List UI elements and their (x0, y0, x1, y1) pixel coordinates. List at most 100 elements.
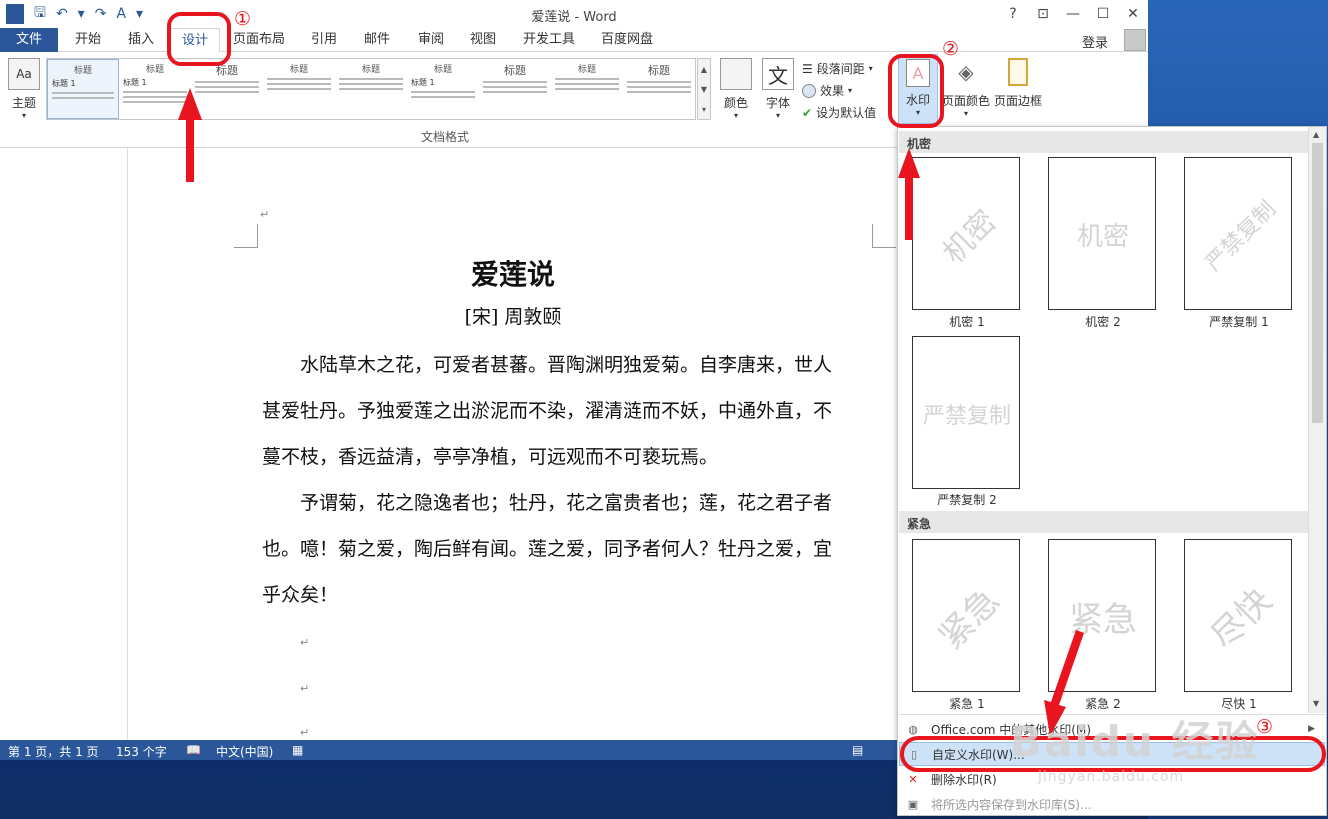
paragraph-spacing-icon: ☰ (802, 61, 813, 76)
body-line: 也。噫！菊之爱，陶后鲜有闻。莲之爱，同予者何人？牡丹之爱，宜 (262, 538, 833, 560)
paragraph-mark: ↵ (260, 208, 270, 221)
tab-review[interactable]: 审阅 (406, 28, 456, 52)
window-controls: ? ⊡ — ☐ ✕ (998, 0, 1148, 28)
scroll-down-icon[interactable]: ▼ (1313, 699, 1319, 708)
effects-button[interactable]: 效果 ▾ (802, 82, 852, 99)
maximize-button[interactable]: ☐ (1088, 0, 1118, 28)
style-set-item[interactable]: 标题 标题 1 (119, 59, 191, 119)
chevron-down-icon: ▾ (964, 109, 969, 118)
watermark-label: 严禁复制 2 (937, 493, 997, 507)
watermark-no-copy-2[interactable]: 严禁复制 (912, 336, 1020, 489)
baidu-jingyan-watermark: Baidu 经验 jingyan.baidu.com (1010, 717, 1260, 785)
word-count[interactable]: 153 个字 (116, 743, 167, 760)
save-to-gallery-icon: ▣ (907, 797, 919, 811)
paint-bucket-icon: ◈ (958, 60, 974, 84)
tab-file[interactable]: 文件 (0, 28, 58, 52)
themes-button[interactable]: Aa 主题 ▾ (8, 58, 40, 120)
annotation-number: ② (942, 38, 960, 60)
tab-layout[interactable]: 页面布局 (226, 28, 292, 52)
watermark-button[interactable]: A 水印 ▾ (898, 54, 938, 124)
document-author: [宋] 周敦颐 (464, 306, 562, 328)
body-line: 蔓不枝，香远益清，亭亭净植，可远观而不可亵玩焉。 (262, 446, 719, 468)
remove-icon: ✕ (908, 772, 918, 786)
body-line: 予谓菊，花之隐逸者也；牡丹，花之富贵者也；莲，花之君子者 (262, 492, 833, 514)
page-borders-label: 页面边框 (994, 94, 1043, 108)
tab-references[interactable]: 引用 (298, 28, 350, 52)
chevron-down-icon: ▾ (775, 111, 780, 120)
gallery-scroll[interactable]: ▲ ▼ ▾ (697, 58, 711, 120)
close-button[interactable]: ✕ (1118, 0, 1148, 28)
themes-label: 主题 (11, 96, 36, 110)
tab-developer[interactable]: 开发工具 (512, 28, 586, 52)
document-icon: ▯ (910, 747, 918, 761)
style-set-item[interactable]: 标题 (551, 59, 623, 119)
ribbon-display-button[interactable]: ⊡ (1028, 0, 1058, 28)
body-line: 甚爱牡丹。予独爱莲之出淤泥而不染，濯清涟而不妖，中通外直，不 (262, 400, 833, 422)
paragraph-mark: ↵ (300, 726, 310, 739)
tab-mailings[interactable]: 邮件 (352, 28, 402, 52)
page-color-button[interactable]: ◈ 页面颜色 ▾ (942, 58, 990, 118)
watermark-asap-1[interactable]: 尽快 (1184, 539, 1292, 692)
chevron-down-icon: ▾ (915, 108, 920, 117)
save-selection-to-gallery-item: ▣ 将所选内容保存到水印库(S)... (899, 792, 1325, 816)
fonts-label: 字体 (765, 96, 790, 110)
watermark-label: 严禁复制 1 (1209, 315, 1269, 329)
tab-home[interactable]: 开始 (60, 28, 116, 52)
crop-mark (234, 224, 258, 248)
scroll-up-icon[interactable]: ▲ (1313, 130, 1319, 139)
ribbon-tabs: 文件 开始 插入 设计 页面布局 引用 邮件 审阅 视图 开发工具 百度网盘 登… (0, 28, 1148, 53)
tab-insert[interactable]: 插入 (116, 28, 166, 52)
style-set-item[interactable]: 标题 (335, 59, 407, 119)
proofing-icon[interactable]: 📖 (186, 743, 201, 757)
watermark-label: 机密 2 (1085, 315, 1121, 329)
tab-design[interactable]: 设计 (170, 28, 220, 53)
fonts-icon: 文 (762, 58, 794, 90)
chevron-right-icon: ▶ (1308, 724, 1315, 734)
help-button[interactable]: ? (998, 0, 1028, 28)
tab-view[interactable]: 视图 (458, 28, 508, 52)
watermark-urgent-2[interactable]: 紧急 (1048, 539, 1156, 692)
fonts-button[interactable]: 文 字体 ▾ (762, 58, 794, 120)
page-borders-button[interactable]: 页面边框 (994, 58, 1042, 109)
read-mode-icon[interactable]: ▤ (852, 743, 863, 757)
window-title: 爱莲说 - Word (531, 10, 617, 25)
language-indicator[interactable]: 中文(中国) (216, 743, 273, 760)
dropdown-scrollbar[interactable]: ▲ ▼ (1308, 127, 1326, 713)
group-label-document-formatting: 文档格式 (420, 130, 469, 144)
crop-mark (872, 224, 896, 248)
style-set-item[interactable]: 标题 (479, 59, 551, 119)
minimize-button[interactable]: — (1058, 0, 1088, 28)
macro-record-icon[interactable]: ▦ (292, 743, 303, 757)
login-link[interactable]: 登录 (1082, 32, 1108, 51)
watermark-urgent-1[interactable]: 紧急 (912, 539, 1020, 692)
style-set-item[interactable]: 标题 (263, 59, 335, 119)
page-count[interactable]: 第 1 页，共 1 页 (8, 743, 99, 760)
paragraph-mark: ↵ (300, 636, 310, 649)
watermark-label: 机密 1 (949, 315, 985, 329)
watermark-label: 水印 (905, 93, 930, 107)
set-as-default-button[interactable]: ✔ 设为默认值 (802, 104, 876, 121)
watermark-confidential-2[interactable]: 机密 (1048, 157, 1156, 310)
style-set-item[interactable]: 标题 (623, 59, 695, 119)
colors-label: 颜色 (723, 96, 748, 110)
chevron-down-icon: ▾ (733, 111, 738, 120)
tab-baidu-netdisk[interactable]: 百度网盘 (590, 28, 664, 52)
paragraph-mark: ↵ (300, 682, 310, 695)
page-color-label: 页面颜色 (942, 94, 991, 108)
style-set-item[interactable]: 标题 标题 1 (47, 59, 119, 119)
left-gutter (0, 148, 128, 740)
paragraph-spacing-button[interactable]: ☰ 段落间距 ▾ (802, 60, 873, 77)
colors-button[interactable]: 颜色 ▾ (720, 58, 752, 120)
title-bar: W 🖫 ↶ ▾ ↷ A ▾ 爱莲说 - Word ? ⊡ — ☐ ✕ (0, 0, 1148, 28)
watermark-confidential-1[interactable]: 机密 (912, 157, 1020, 310)
themes-icon: Aa (8, 58, 40, 90)
style-set-item[interactable]: 标题 标题 1 (407, 59, 479, 119)
checkmark-icon: ✔ (802, 105, 813, 120)
section-header-confidential: 机密 (899, 131, 1308, 153)
scroll-thumb[interactable] (1312, 143, 1323, 423)
avatar[interactable] (1124, 29, 1146, 51)
body-line: 乎众矣！ (262, 584, 339, 606)
style-set-item[interactable]: 标题 (191, 59, 263, 119)
chevron-down-icon: ▾ (21, 111, 26, 120)
watermark-no-copy-1[interactable]: 严禁复制 (1184, 157, 1292, 310)
